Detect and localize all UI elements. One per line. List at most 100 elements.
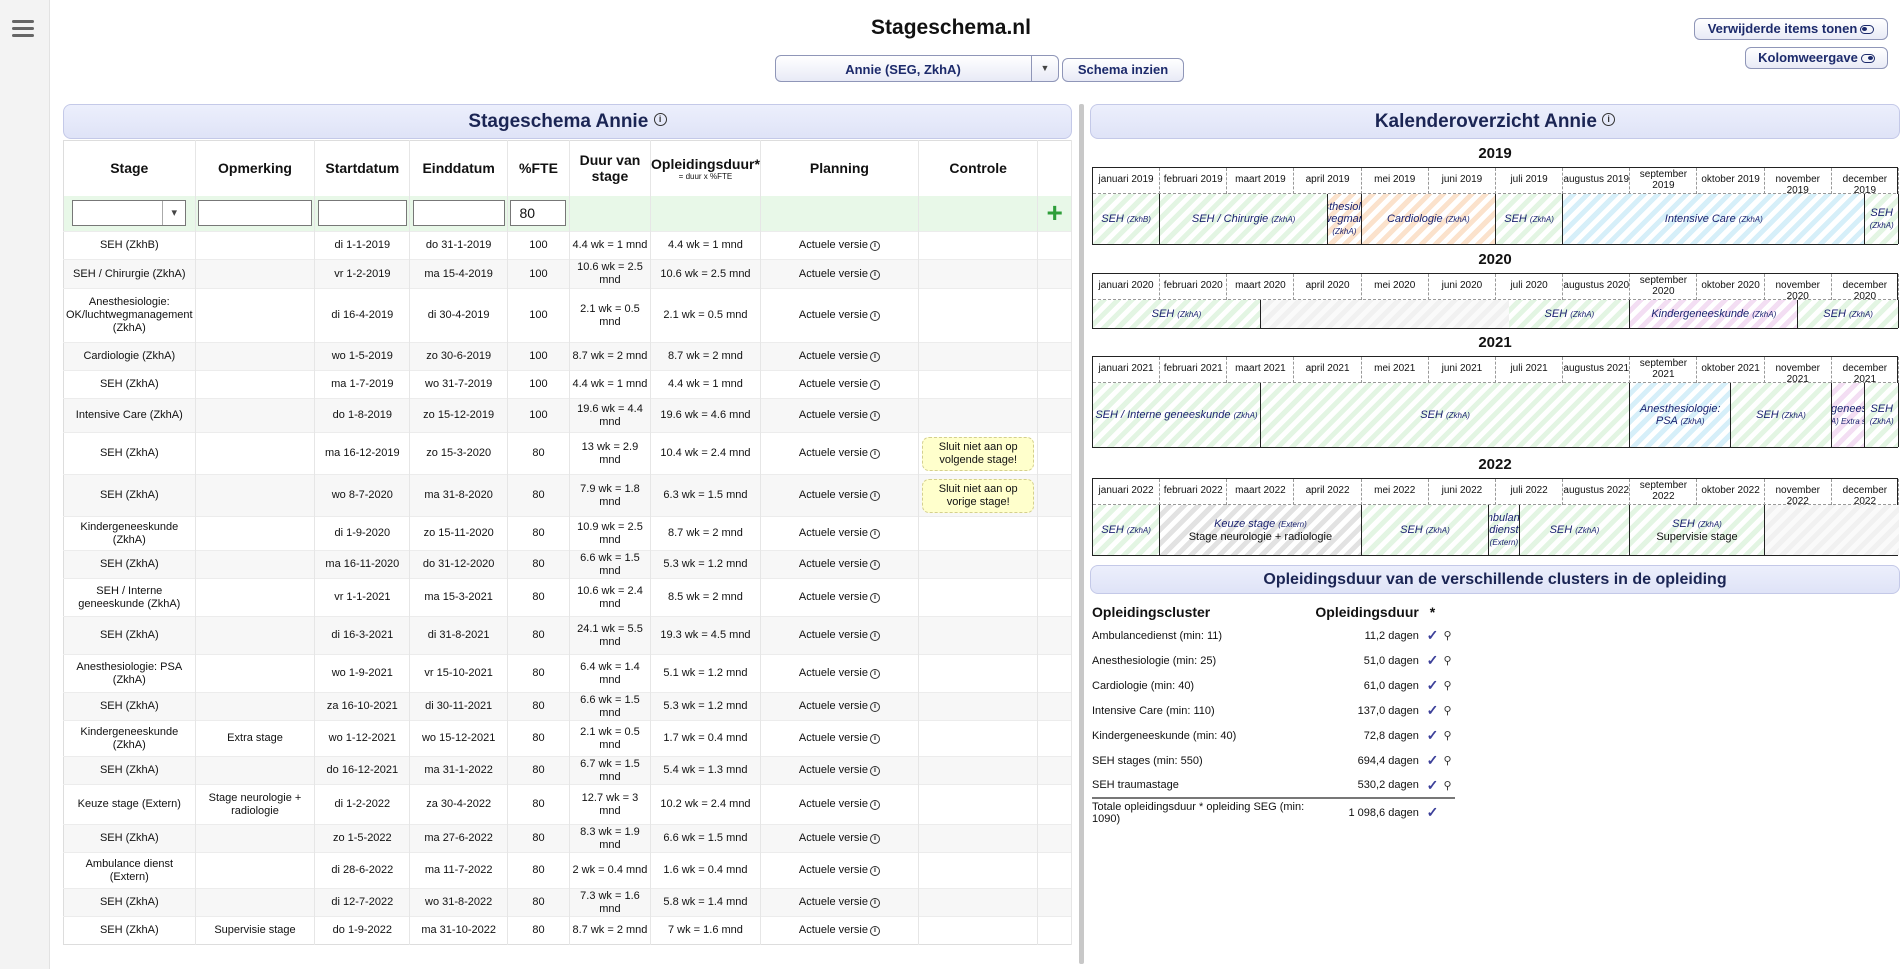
info-icon[interactable]: i bbox=[869, 311, 880, 321]
info-icon[interactable]: i bbox=[869, 593, 880, 603]
stage-row[interactable]: Kindergeneeskunde (ZkhA) di 1-9-2020 zo 15… bbox=[63, 516, 1072, 551]
calendar-block[interactable]: SEH (ZkhA) bbox=[1496, 194, 1564, 244]
info-icon[interactable]: i bbox=[869, 702, 880, 712]
calendar-block[interactable]: Keuze stage (Extern) Stage neurologie + r… bbox=[1160, 505, 1362, 555]
info-icon[interactable]: i bbox=[869, 241, 880, 251]
stage-select[interactable] bbox=[72, 200, 187, 227]
calendar-block[interactable]: SEH (ZkhA) bbox=[1865, 383, 1899, 447]
column-view-toggle[interactable]: Kolomweergave bbox=[1745, 47, 1888, 69]
remark-input[interactable] bbox=[197, 200, 312, 227]
stage-row[interactable]: Anesthesiologie: OK/luchtwegmanagement (… bbox=[63, 288, 1072, 343]
info-icon[interactable]: i bbox=[869, 411, 880, 421]
calendar-block[interactable]: Intensive Care (ZkhA) bbox=[1563, 194, 1866, 244]
header-fte[interactable]: %FTE bbox=[507, 140, 570, 196]
info-icon[interactable]: i bbox=[869, 898, 880, 908]
calendar-block[interactable]: SEH / Chirurgie (ZkhA) bbox=[1160, 194, 1329, 244]
show-removed-toggle[interactable]: Verwijderde items tonen bbox=[1694, 18, 1888, 40]
stage-row[interactable]: SEH (ZkhA) di 16-3-2021 di 31-8-2021 80 24.1… bbox=[63, 616, 1072, 655]
info-icon[interactable]: i bbox=[869, 269, 880, 280]
calendar-block[interactable]: Kindergeneeskunde (ZkhA) Extra stage bbox=[1831, 383, 1866, 447]
magnifier-icon[interactable]: ⚲ bbox=[1440, 623, 1455, 648]
calendar-block[interactable]: SEH (ZkhA) bbox=[1519, 505, 1631, 555]
stage-row[interactable]: SEH (ZkhA) zo 1-5-2022 ma 27-6-2022 80 8.3 w… bbox=[63, 824, 1072, 853]
view-schema-button[interactable]: Schema inzien bbox=[1062, 58, 1184, 82]
cell-duration: 2 wk = 0.4 mnd bbox=[569, 852, 652, 889]
stage-row[interactable]: Cardiologie (ZkhA) wo 1-5-2019 zo 30-6-201… bbox=[63, 342, 1072, 371]
stage-row[interactable]: SEH (ZkhA) di 12-7-2022 wo 31-8-2022 80 7.3 … bbox=[63, 888, 1072, 917]
fte-input[interactable]: 80 bbox=[510, 200, 567, 227]
info-icon[interactable]: i bbox=[869, 766, 880, 776]
calendar-block[interactable]: SEH (ZkhA) Supervisie stage bbox=[1630, 505, 1765, 555]
info-icon[interactable]: i bbox=[869, 560, 880, 570]
header-planning[interactable]: Planning bbox=[760, 140, 919, 196]
stage-row[interactable]: SEH (ZkhA) do 16-12-2021 ma 31-1-2022 80 6.7… bbox=[63, 756, 1072, 785]
header-control[interactable]: Controle bbox=[918, 140, 1039, 196]
cell-control bbox=[918, 916, 1039, 945]
stage-row[interactable]: Keuze stage (Extern) Stage neurologie + r… bbox=[63, 784, 1072, 825]
info-icon[interactable]: i bbox=[869, 800, 880, 810]
calendar-block[interactable]: SEH (ZkhA) bbox=[1361, 505, 1490, 555]
stage-row[interactable]: Anesthesiologie: PSA (ZkhA) wo 1-9-2021 vr… bbox=[63, 654, 1072, 693]
calendar-block[interactable]: SEH / Interne geneeskunde (ZkhA) bbox=[1093, 383, 1261, 447]
magnifier-icon[interactable]: ⚲ bbox=[1440, 698, 1455, 723]
header-duration[interactable]: Duur van stage bbox=[569, 140, 652, 196]
calendar-block[interactable]: SEH (ZkhA) bbox=[1093, 505, 1161, 555]
stage-row[interactable]: SEH (ZkhA) ma 16-12-2019 zo 15-3-2020 80 13 … bbox=[63, 432, 1072, 475]
magnifier-icon[interactable]: ⚲ bbox=[1440, 773, 1455, 798]
stage-row[interactable]: Ambulance dienst (Extern) di 28-6-2022 ma … bbox=[63, 852, 1072, 889]
info-icon[interactable]: i bbox=[869, 926, 880, 936]
start-date-input[interactable] bbox=[317, 200, 407, 227]
stage-row[interactable]: SEH (ZkhA) za 16-10-2021 di 30-11-2021 80 6.… bbox=[63, 692, 1072, 721]
header-end[interactable]: Einddatum bbox=[409, 140, 509, 196]
stage-row[interactable]: Kindergeneeskunde (ZkhA) Extra stage wo 1-… bbox=[63, 720, 1072, 757]
header-remark[interactable]: Opmerking bbox=[195, 140, 316, 196]
info-icon[interactable]: i bbox=[869, 380, 880, 390]
calendar-block[interactable]: SEH (ZkhA) bbox=[1093, 300, 1261, 328]
info-icon[interactable]: i bbox=[869, 669, 880, 679]
calendar-block[interactable]: Anesthesiologie: OK/luchtwegmanagement (… bbox=[1328, 194, 1362, 244]
block-label: SEH bbox=[1151, 307, 1175, 320]
stage-row[interactable]: SEH (ZkhA) wo 8-7-2020 ma 31-8-2020 80 7.9 w… bbox=[63, 474, 1072, 517]
calendar-block[interactable]: SEH (ZkhA) bbox=[1798, 300, 1899, 328]
info-icon[interactable]: i bbox=[869, 491, 880, 501]
calendar-block[interactable]: SEH (ZkhA) bbox=[1731, 383, 1832, 447]
end-date-input[interactable] bbox=[412, 200, 505, 227]
info-icon[interactable]: i bbox=[869, 449, 880, 459]
calendar-block[interactable]: Kindergeneeskunde (ZkhA) bbox=[1630, 300, 1799, 328]
magnifier-icon[interactable]: ⚲ bbox=[1440, 673, 1455, 698]
stage-row[interactable]: SEH (ZkhA) ma 16-11-2020 do 31-12-2020 80 6.… bbox=[63, 550, 1072, 579]
header-training[interactable]: Opleidingsduur* = duur x %FTE bbox=[650, 140, 761, 196]
stage-row[interactable]: SEH (ZkhB) di 1-1-2019 do 31-1-2019 100 4.4 … bbox=[63, 231, 1072, 260]
stage-row[interactable]: SEH (ZkhA) Supervisie stage do 1-9-2022 ma … bbox=[63, 916, 1072, 945]
header-stage[interactable]: Stage bbox=[63, 140, 196, 196]
stage-row[interactable]: SEH (ZkhA) ma 1-7-2019 wo 31-7-2019 100 4.4 … bbox=[63, 370, 1072, 399]
calendar-block[interactable]: SEH (ZkhA) bbox=[1260, 383, 1631, 447]
calendar-block[interactable]: SEH (ZkhA) bbox=[1509, 300, 1631, 328]
calendar-block[interactable]: Cardiologie (ZkhA) bbox=[1361, 194, 1496, 244]
info-icon[interactable]: i bbox=[869, 834, 880, 844]
calendar-block[interactable]: Ambulance dienst (Extern) bbox=[1489, 505, 1520, 555]
info-icon[interactable]: i bbox=[869, 734, 880, 744]
info-icon[interactable]: i bbox=[653, 113, 667, 126]
cell-planning: Actuele versie i bbox=[760, 852, 919, 889]
info-icon[interactable]: i bbox=[1602, 113, 1616, 126]
magnifier-icon[interactable]: ⚲ bbox=[1440, 748, 1455, 773]
stage-row[interactable]: SEH / Interne geneeskunde (ZkhA) vr 1-1-2… bbox=[63, 578, 1072, 617]
planning-label: Actuele versie bbox=[798, 267, 868, 280]
calendar-block[interactable]: SEH (ZkhB) bbox=[1093, 194, 1161, 244]
panel-resize-handle[interactable] bbox=[1079, 104, 1084, 964]
add-stage-icon[interactable]: + bbox=[1047, 197, 1063, 228]
info-icon[interactable]: i bbox=[869, 866, 880, 876]
stage-row[interactable]: Intensive Care (ZkhA) do 1-8-2019 zo 15-12… bbox=[63, 398, 1072, 433]
info-icon[interactable]: i bbox=[869, 352, 880, 362]
chevron-down-icon[interactable]: ▼ bbox=[1031, 56, 1058, 81]
calendar-block[interactable]: Anesthesiologie: PSA (ZkhA) bbox=[1630, 383, 1732, 447]
info-icon[interactable]: i bbox=[869, 529, 880, 539]
magnifier-icon[interactable]: ⚲ bbox=[1440, 648, 1455, 673]
calendar-block[interactable]: SEH (ZkhA) bbox=[1865, 194, 1899, 244]
magnifier-icon[interactable]: ⚲ bbox=[1440, 723, 1455, 748]
student-select[interactable]: Annie (SEG, ZkhA) ▼ bbox=[775, 55, 1059, 82]
info-icon[interactable]: i bbox=[869, 631, 880, 641]
header-start[interactable]: Startdatum bbox=[314, 140, 411, 196]
stage-row[interactable]: SEH / Chirurgie (ZkhA) vr 1-2-2019 ma 15-4… bbox=[63, 259, 1072, 289]
